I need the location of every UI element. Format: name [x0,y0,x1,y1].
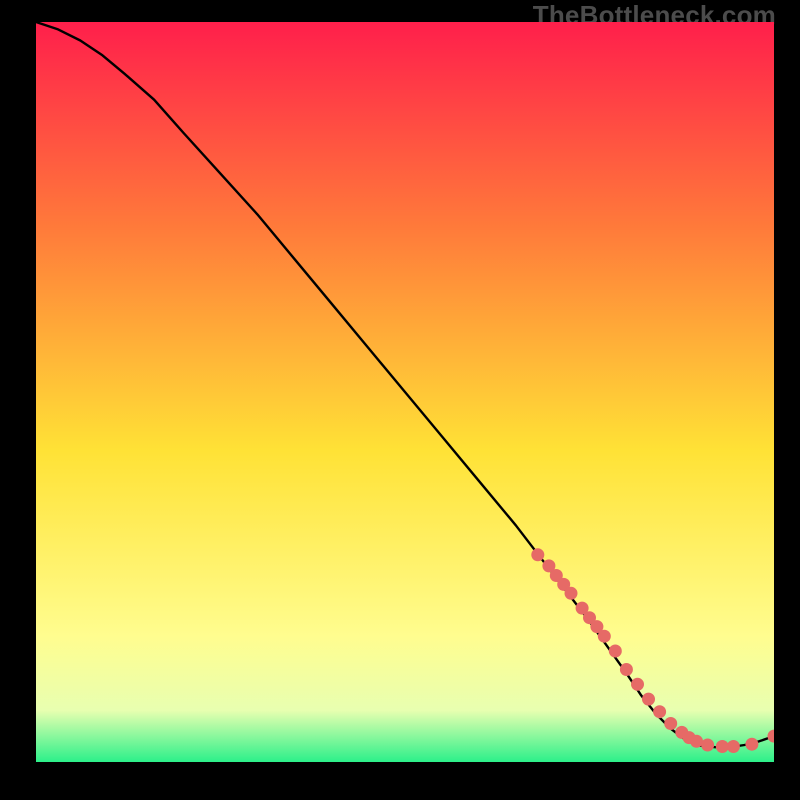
data-marker [609,645,622,658]
data-marker [620,663,633,676]
data-marker [701,739,714,752]
data-marker [653,705,666,718]
data-marker [727,740,740,753]
data-marker [565,587,578,600]
data-marker [531,548,544,561]
data-marker [631,678,644,691]
data-marker [690,735,703,748]
data-marker [745,738,758,751]
data-marker [664,717,677,730]
data-marker [716,740,729,753]
chart-svg [36,22,774,762]
data-marker [642,693,655,706]
data-marker [598,630,611,643]
chart-stage: TheBottleneck.com [0,0,800,800]
